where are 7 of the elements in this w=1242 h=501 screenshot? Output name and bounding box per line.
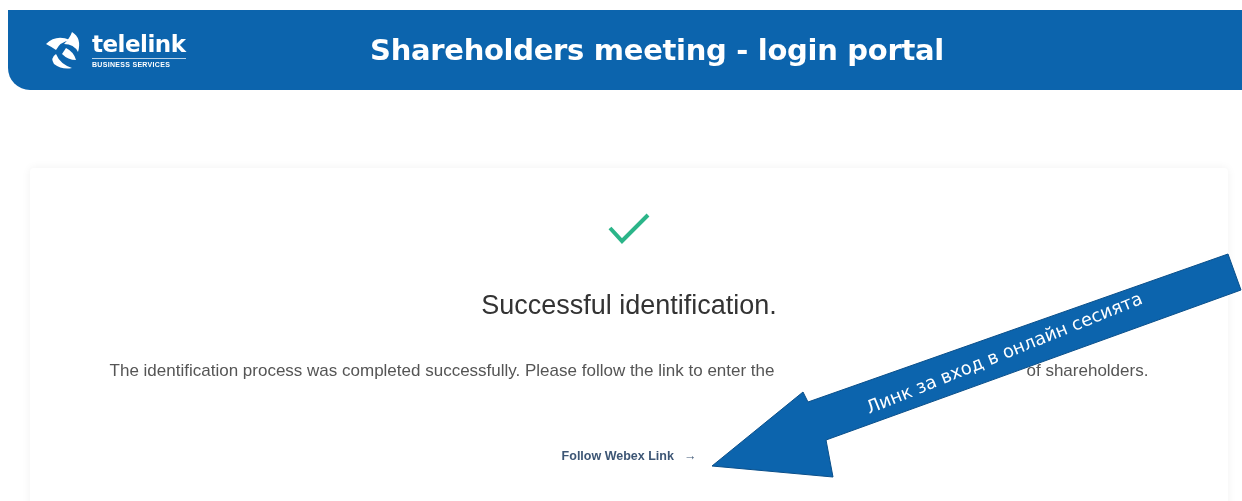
message-text: of shareholders.: [1026, 361, 1149, 381]
message-text: The identification process was completed successfully. Please follow the link to enter the: [109, 361, 775, 381]
webex-link[interactable]: Follow Webex Link →: [561, 449, 697, 463]
page-title: Shareholders meeting - login portal: [369, 33, 945, 67]
logo-wordmark: telelink: [92, 32, 186, 59]
result-heading: Successful identification.: [481, 290, 777, 321]
checkmark-icon: [607, 212, 651, 246]
